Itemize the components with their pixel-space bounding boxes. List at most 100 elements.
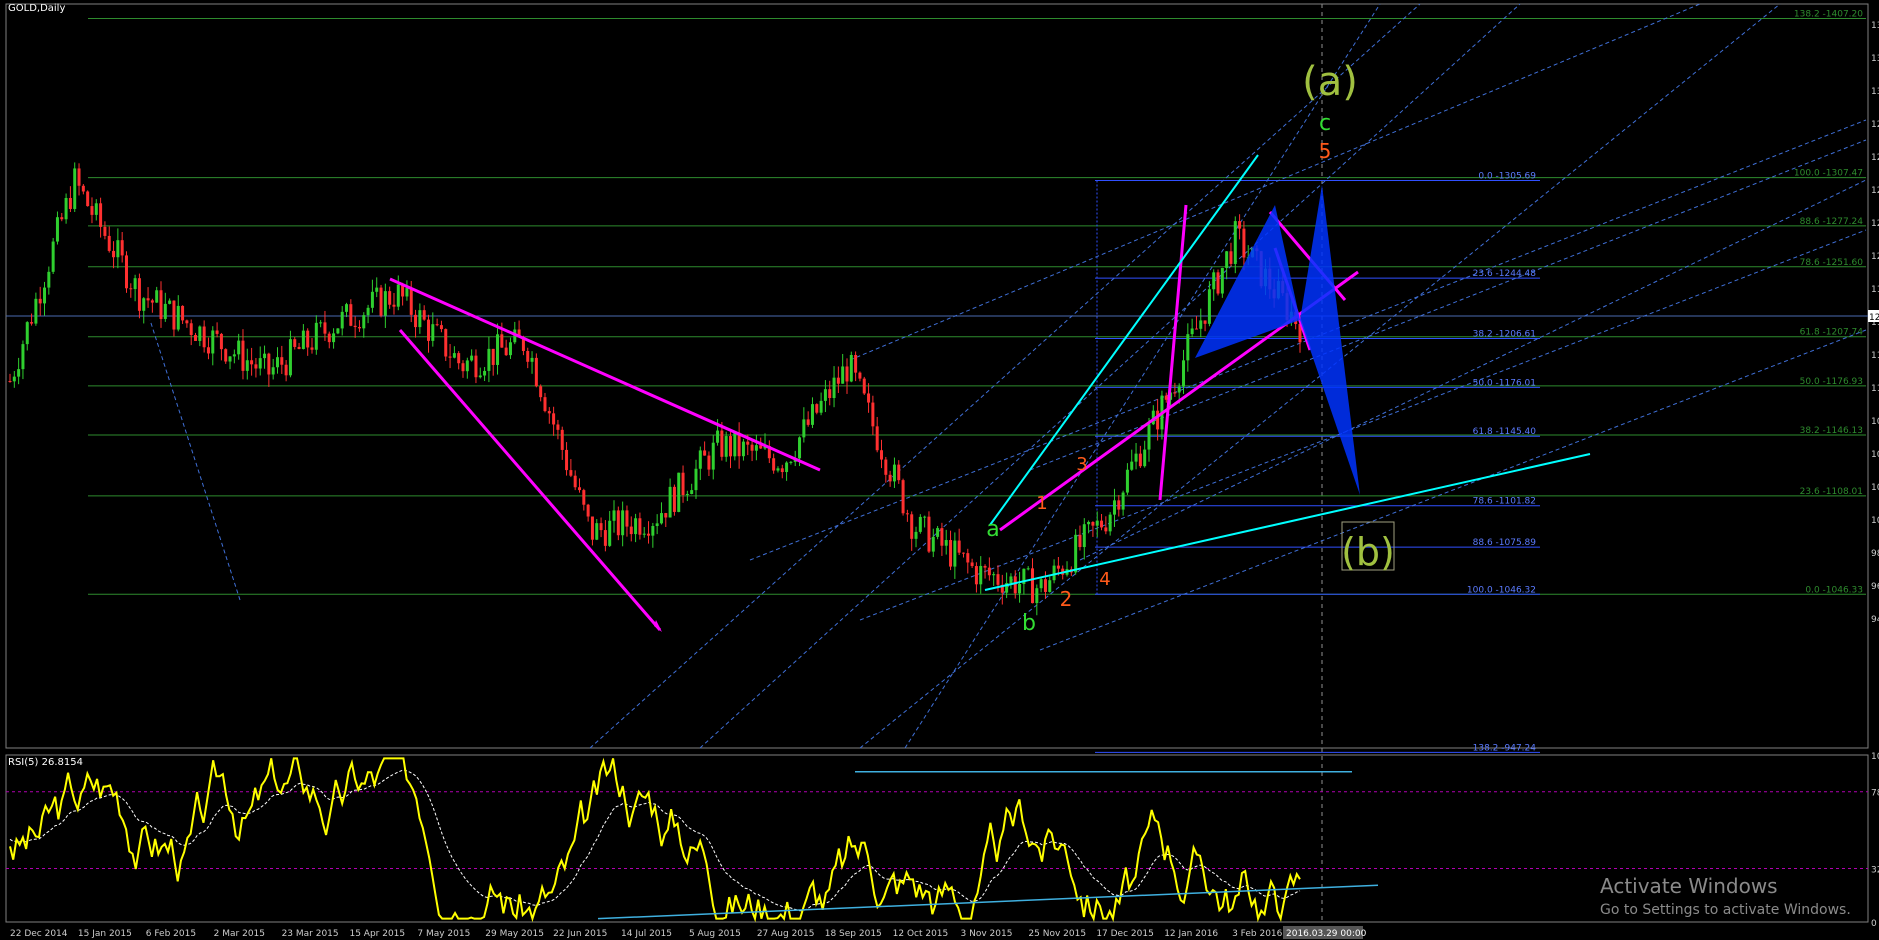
candle-body — [107, 235, 111, 251]
candle-body — [832, 377, 836, 398]
y-tick-label: 11 — [1871, 351, 1879, 361]
candle-body — [1199, 320, 1203, 329]
candle-body — [280, 357, 284, 365]
candle-body — [431, 324, 435, 341]
candle-body — [1026, 568, 1030, 570]
candle-body — [17, 369, 21, 377]
cursor-date-label: 2016.03.29 00:00 — [1286, 929, 1367, 939]
y-tick-label: 10 — [1871, 417, 1879, 427]
candle-body — [815, 404, 819, 413]
candle-body — [698, 450, 702, 469]
rsi-panel: 100 78 32 0 — [6, 752, 1879, 929]
candle-body — [1147, 424, 1151, 450]
candle-body — [263, 353, 267, 359]
candle-body — [638, 518, 642, 535]
candle-body — [707, 455, 711, 470]
wave-label: 5 — [1319, 139, 1332, 163]
candle-body — [1056, 565, 1060, 569]
candle-body — [1117, 500, 1121, 510]
fib-right-label: 38.2 -1206.61 — [1473, 330, 1536, 340]
candle-body — [483, 370, 487, 376]
y-tick-label: 10 — [1871, 483, 1879, 493]
candle-body — [1035, 588, 1039, 604]
x-tick-label: 15 Apr 2015 — [349, 929, 405, 939]
harmonic-triangle-right — [1300, 185, 1360, 495]
candle-body — [306, 330, 310, 348]
candle-body — [819, 400, 823, 413]
rsi-tick-label: 0 — [1871, 919, 1877, 929]
candle-body — [133, 278, 137, 290]
candle-body — [892, 464, 896, 482]
candle-body — [806, 419, 810, 425]
rsi-moving-average — [9, 769, 1301, 912]
fib-left-label: 88.6 -1277.24 — [1800, 217, 1864, 227]
windows-activation-watermark: Activate Windows Go to Settings to activ… — [1600, 874, 1851, 918]
candle-body — [1125, 469, 1129, 493]
dashed-channel-line — [904, 3, 1381, 749]
candle-body — [470, 355, 474, 361]
candle-body — [823, 389, 827, 401]
candle-body — [1212, 272, 1216, 290]
candle-body — [86, 191, 90, 207]
candle-body — [647, 533, 651, 536]
candle-body — [987, 567, 991, 576]
x-tick-label: 7 May 2015 — [417, 929, 470, 939]
candle-body — [685, 493, 689, 496]
candle-body — [910, 514, 914, 539]
candle-body — [1242, 228, 1246, 258]
candle-body — [8, 381, 12, 382]
candle-body — [375, 287, 379, 292]
fib-left-label: 23.6 -1108.01 — [1800, 487, 1863, 497]
candle-body — [1104, 527, 1108, 532]
fib-right-label: 0.0 -1305.69 — [1478, 171, 1536, 181]
candle-body — [241, 340, 245, 371]
candle-body — [918, 516, 922, 532]
magenta-trendline — [389, 277, 821, 472]
candle-body — [383, 291, 387, 316]
candle-body — [258, 358, 262, 369]
candle-body — [448, 356, 452, 358]
candle-body — [1173, 392, 1177, 394]
rsi-tick-label: 100 — [1871, 752, 1879, 762]
candle-body — [1087, 521, 1091, 525]
x-tick-label: 17 Dec 2015 — [1096, 929, 1154, 939]
candle-body — [323, 322, 327, 334]
candle-body — [599, 523, 603, 531]
candle-body — [651, 526, 655, 536]
candle-body — [457, 353, 461, 364]
candle-body — [163, 303, 167, 319]
x-tick-label: 22 Dec 2014 — [10, 929, 68, 939]
rsi-title: RSI(5) 26.8154 — [8, 757, 83, 768]
candle-body — [867, 393, 871, 403]
candle-body — [703, 450, 707, 456]
candle-body — [271, 367, 275, 375]
candle-body — [73, 168, 77, 209]
x-tick-label: 23 Mar 2015 — [282, 929, 339, 939]
candle-body — [194, 334, 198, 341]
candle-body — [772, 458, 776, 471]
candle-body — [129, 288, 133, 290]
candle-body — [936, 528, 940, 537]
candle-body — [508, 342, 512, 356]
candle-body — [1108, 514, 1112, 532]
candle-body — [802, 419, 806, 438]
candle-body — [267, 353, 271, 375]
candle-body — [949, 540, 953, 567]
candle-body — [465, 360, 469, 372]
candle-body — [543, 397, 547, 412]
candle-body — [504, 347, 508, 356]
candle-body — [1190, 328, 1194, 335]
x-tick-label: 22 Jun 2015 — [553, 929, 607, 939]
candle-body — [733, 432, 737, 457]
candle-body — [694, 468, 698, 491]
dashed-channel-line — [1039, 329, 1867, 651]
candle-body — [1138, 453, 1142, 467]
candle-body — [301, 330, 305, 349]
candle-body — [1225, 251, 1229, 268]
candle-body — [923, 516, 927, 518]
candle-body — [232, 354, 236, 357]
candle-body — [30, 322, 34, 324]
candle-body — [353, 325, 357, 328]
candle-body — [439, 325, 443, 330]
wave-label: c — [1319, 111, 1331, 136]
